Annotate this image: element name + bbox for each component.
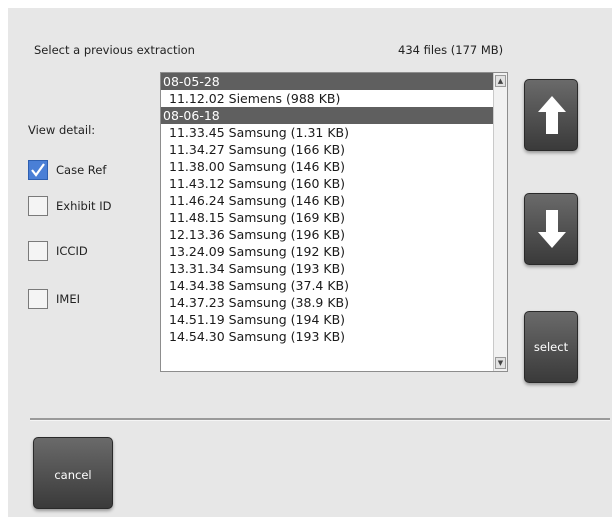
list-item[interactable]: 11.12.02 Siemens (988 KB) [161, 90, 493, 107]
case-ref-label: Case Ref [56, 163, 107, 177]
list-item[interactable]: 11.46.24 Samsung (146 KB) [161, 192, 493, 209]
list-item[interactable]: 14.51.19 Samsung (194 KB) [161, 311, 493, 328]
exhibit-id-checkbox[interactable] [28, 196, 48, 216]
cancel-button-label: cancel [54, 468, 92, 482]
exhibit-id-label: Exhibit ID [56, 199, 112, 213]
divider [30, 418, 610, 421]
select-button[interactable]: select [524, 311, 578, 383]
checkmark-icon [31, 163, 45, 177]
iccid-label: ICCID [56, 244, 88, 258]
file-summary: 434 files (177 MB) [398, 43, 504, 57]
list-item[interactable]: 11.48.15 Samsung (169 KB) [161, 209, 493, 226]
select-button-label: select [533, 340, 569, 354]
list-item[interactable]: 11.43.12 Samsung (160 KB) [161, 175, 493, 192]
list-scrollbar[interactable]: ▲ ▼ [493, 73, 507, 371]
cancel-button[interactable]: cancel [33, 437, 113, 509]
view-detail-label: View detail: [28, 123, 96, 137]
list-item[interactable]: 11.38.00 Samsung (146 KB) [161, 158, 493, 175]
list-item[interactable]: 13.31.34 Samsung (193 KB) [161, 260, 493, 277]
arrow-down-icon [538, 210, 566, 248]
list-item[interactable]: 14.34.38 Samsung (37.4 KB) [161, 277, 493, 294]
list-item[interactable]: 12.13.36 Samsung (196 KB) [161, 226, 493, 243]
imei-label: IMEI [56, 292, 80, 306]
extraction-rows: 08-05-28 11.12.02 Siemens (988 KB) 08-06-1… [161, 73, 493, 345]
case-ref-checkbox[interactable] [28, 160, 48, 180]
arrow-up-icon [538, 96, 566, 134]
list-item[interactable]: 11.34.27 Samsung (166 KB) [161, 141, 493, 158]
scroll-up-icon[interactable]: ▲ [495, 75, 506, 87]
extraction-list[interactable]: 08-05-28 11.12.02 Siemens (988 KB) 08-06-1… [160, 72, 508, 372]
list-item[interactable]: 14.54.30 Samsung (193 KB) [161, 328, 493, 345]
list-item[interactable]: 14.37.23 Samsung (38.9 KB) [161, 294, 493, 311]
date-group-row[interactable]: 08-06-18 [161, 107, 493, 124]
list-item[interactable]: 11.33.45 Samsung (1.31 KB) [161, 124, 493, 141]
move-up-button[interactable] [524, 79, 578, 151]
date-group-row[interactable]: 08-05-28 [161, 73, 493, 90]
iccid-checkbox[interactable] [28, 241, 48, 261]
imei-checkbox[interactable] [28, 289, 48, 309]
list-item[interactable]: 13.24.09 Samsung (192 KB) [161, 243, 493, 260]
move-down-button[interactable] [524, 193, 578, 265]
dialog-title: Select a previous extraction [34, 43, 195, 57]
scroll-down-icon[interactable]: ▼ [495, 357, 506, 369]
